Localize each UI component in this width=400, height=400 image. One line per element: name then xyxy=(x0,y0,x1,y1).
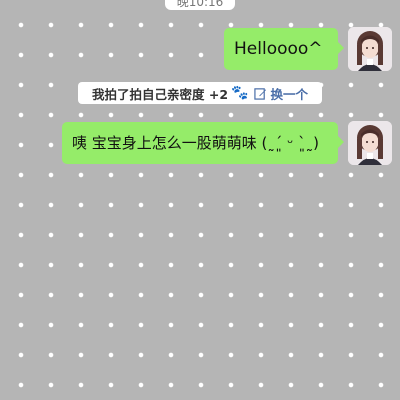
message-row-1: Helloooo^ xyxy=(224,27,392,71)
edit-icon xyxy=(254,87,267,100)
message-bubble[interactable]: 咦 宝宝身上怎么一股萌萌味 (˷ˊ͈ ᵕ ˋ͈˷) xyxy=(62,122,344,164)
change-pat-label[interactable]: 换一个 xyxy=(270,84,308,103)
avatar[interactable] xyxy=(348,121,392,165)
chat-area: 晚10:16 Helloooo^ 我拍了拍自己亲密度 +2 🐾 换一个 咦 宝宝… xyxy=(0,0,400,400)
avatar[interactable] xyxy=(348,27,392,71)
message-bubble[interactable]: Helloooo^ xyxy=(224,28,344,70)
paw-icon: 🐾 xyxy=(231,85,249,101)
change-pat-link[interactable]: 换一个 xyxy=(254,84,308,103)
message-timestamp: 晚10:16 xyxy=(165,0,235,10)
pat-message-text: 我拍了拍自己亲密度 +2 xyxy=(92,86,229,102)
pat-system-message: 我拍了拍自己亲密度 +2 🐾 换一个 xyxy=(78,82,322,104)
message-row-2: 咦 宝宝身上怎么一股萌萌味 (˷ˊ͈ ᵕ ˋ͈˷) xyxy=(62,121,392,165)
